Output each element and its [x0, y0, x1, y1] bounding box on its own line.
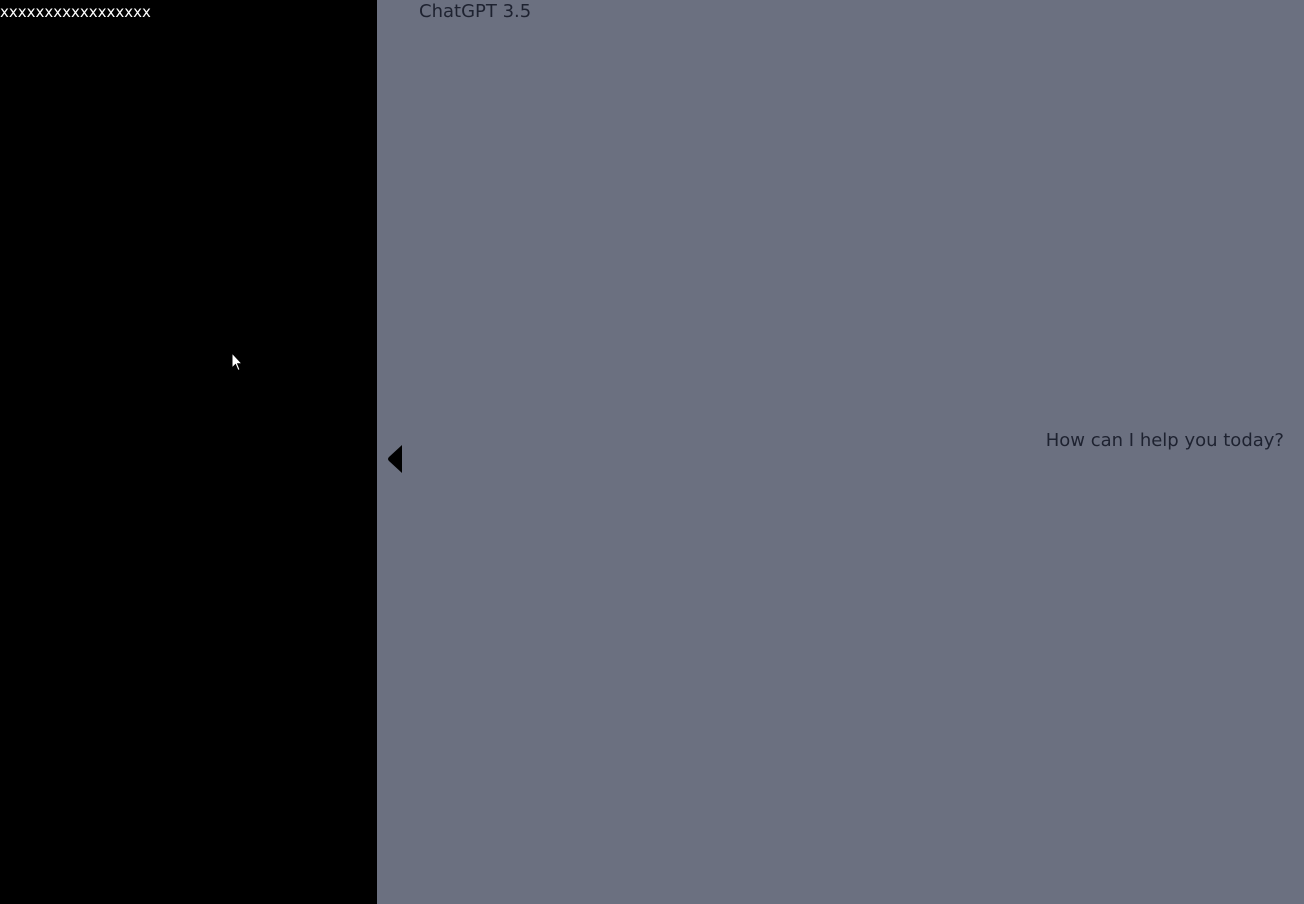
app-window: xxxxxxxxxxxxxxxxx ChatGPT 3.5 How can I …	[0, 0, 1304, 904]
chat-main: ChatGPT 3.5 How can I help you today?	[377, 0, 1304, 904]
greeting-text: How can I help you today?	[1045, 430, 1284, 451]
chevron-left-icon[interactable]	[386, 443, 406, 475]
sidebar: xxxxxxxxxxxxxxxxx	[0, 0, 377, 904]
mouse-pointer-icon	[231, 352, 243, 372]
model-title[interactable]: ChatGPT 3.5	[419, 1, 531, 23]
sidebar-title[interactable]: xxxxxxxxxxxxxxxxx	[0, 3, 151, 21]
